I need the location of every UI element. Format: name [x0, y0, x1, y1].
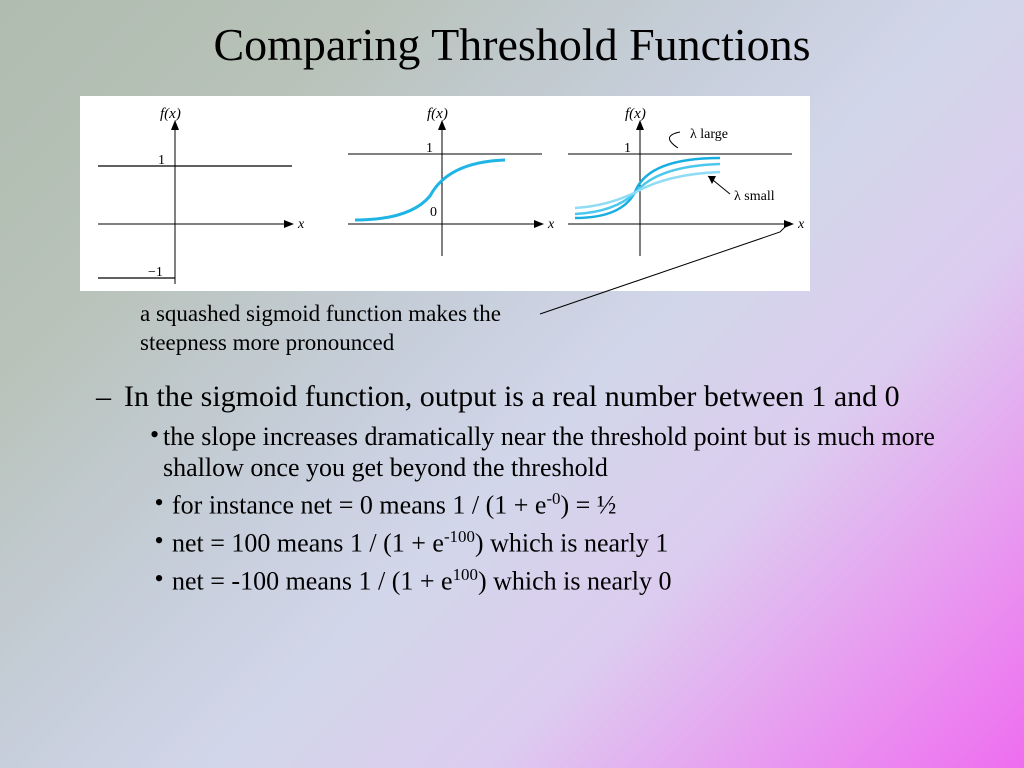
dash-icon: – [90, 380, 124, 415]
annotation-lambda-large: λ large [690, 127, 728, 142]
axis-label-x: x [297, 217, 305, 232]
dot-icon: • [146, 421, 163, 483]
annotation-lambda-small: λ small [734, 189, 775, 204]
chart-lambda: f(x) x 1 λ large λ small [560, 96, 810, 291]
axis-label-x: x [797, 217, 805, 232]
bullet-5-text: net = -100 means 1 / (1 + e100) which is… [172, 565, 671, 597]
slide: Comparing Threshold Functions f(x) x 1 −… [0, 0, 1024, 768]
tick-0: 0 [430, 205, 437, 220]
bullet-2: • the slope increases dramatically near … [146, 421, 964, 483]
caption: a squashed sigmoid function makes the st… [140, 300, 501, 358]
tick-1: 1 [624, 141, 631, 156]
tick-1: 1 [158, 153, 165, 168]
axis-label-y: f(x) [427, 106, 448, 122]
bullet-1: – In the sigmoid function, output is a r… [90, 380, 964, 415]
dot-icon: • [146, 565, 172, 597]
axis-label-y: f(x) [625, 106, 646, 122]
curve-large [575, 158, 720, 218]
bullet-2-text: the slope increases dramatically near th… [163, 421, 964, 483]
caption-line1: a squashed sigmoid function makes the [140, 301, 501, 326]
bullet-4-text: net = 100 means 1 / (1 + e-100) which is… [172, 527, 668, 559]
bullet-5: • net = -100 means 1 / (1 + e100) which … [146, 565, 964, 597]
axis-label-x: x [547, 217, 555, 232]
bullet-3: • for instance net = 0 means 1 / (1 + e-… [146, 489, 964, 521]
chart-step: f(x) x 1 −1 [80, 96, 310, 291]
page-title: Comparing Threshold Functions [0, 18, 1024, 71]
dot-icon: • [146, 489, 172, 521]
tick-neg1: −1 [148, 265, 163, 280]
charts-panel: f(x) x 1 −1 f(x) x 1 0 f(x) [80, 96, 810, 291]
bullet-1-text: In the sigmoid function, output is a rea… [124, 380, 900, 415]
curve-small [575, 172, 720, 208]
tick-1: 1 [426, 141, 433, 156]
bullet-3-text: for instance net = 0 means 1 / (1 + e-0)… [172, 489, 616, 521]
bullet-4: • net = 100 means 1 / (1 + e-100) which … [146, 527, 964, 559]
dot-icon: • [146, 527, 172, 559]
body-text: – In the sigmoid function, output is a r… [90, 376, 964, 602]
chart-sigmoid: f(x) x 1 0 [330, 96, 560, 291]
caption-line2: steepness more pronounced [140, 330, 394, 355]
axis-label-y: f(x) [160, 106, 181, 122]
